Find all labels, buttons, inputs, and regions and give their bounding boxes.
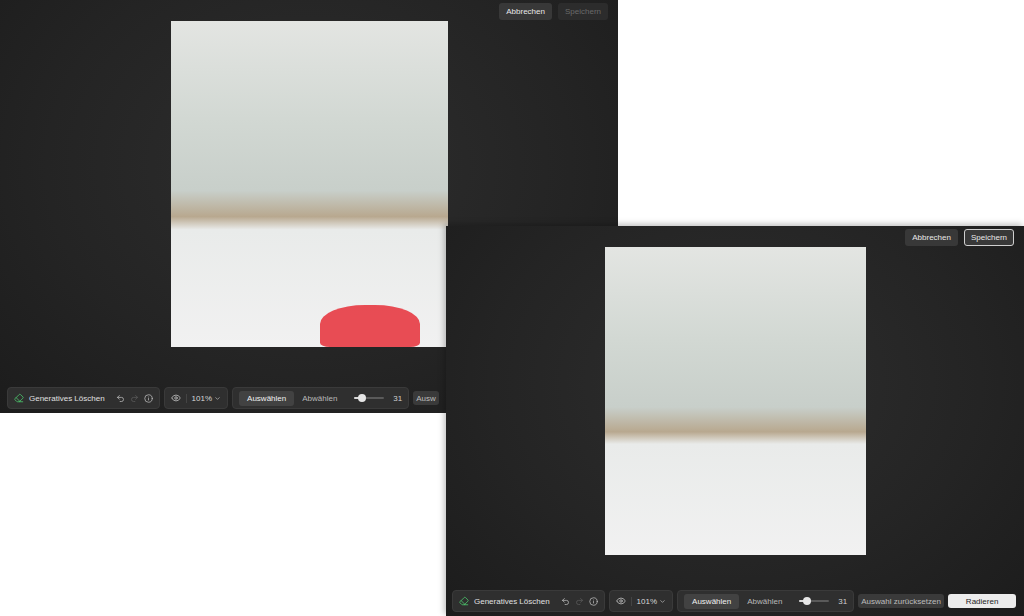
mode-button[interactable]: Abwählen: [294, 391, 345, 406]
editor-window: Abbrechen Speichern Generatives Löschen 101…: [446, 226, 1024, 616]
info-button[interactable]: [589, 597, 598, 606]
undo-icon: [561, 597, 570, 606]
top-button[interactable]: Speichern: [558, 3, 608, 20]
action-button[interactable]: Ausw: [413, 391, 439, 405]
brush-size-reading: 31: [393, 394, 402, 403]
tool-label: Generatives Löschen: [29, 394, 105, 403]
info-icon: [589, 597, 598, 606]
screenshot-collage: Abbrechen Speichern Generatives Löschen 101…: [0, 0, 1024, 616]
mode-switch: AuswählenAbwählen: [239, 391, 345, 406]
info-button[interactable]: [144, 394, 153, 403]
top-button[interactable]: Abbrechen: [499, 3, 552, 20]
eye-icon: [616, 596, 626, 606]
redo-icon: [575, 597, 584, 606]
redo-button[interactable]: [575, 597, 584, 606]
mode-switch: AuswählenAbwählen: [684, 594, 790, 609]
view-group: 101%: [609, 590, 673, 612]
undo-button[interactable]: [116, 394, 125, 403]
action-button[interactable]: Auswahl zurücksetzen: [858, 594, 944, 608]
chevron-down-icon: [214, 395, 221, 402]
slider-thumb[interactable]: [358, 394, 366, 402]
eraser-button[interactable]: [459, 596, 469, 606]
eraser-icon: [14, 393, 24, 403]
top-bar: Abbrechen Speichern: [0, 0, 618, 20]
info-icon: [144, 394, 153, 403]
undo-button[interactable]: [561, 597, 570, 606]
eraser-button[interactable]: [14, 393, 24, 403]
top-bar: Abbrechen Speichern: [446, 226, 1024, 246]
eraser-icon: [459, 596, 469, 606]
toolbar: Generatives Löschen 101% AuswählenAbwählen…: [446, 590, 1024, 616]
brush-size-reading: 31: [838, 597, 847, 606]
slider-thumb[interactable]: [803, 597, 811, 605]
tool-label: Generatives Löschen: [474, 597, 550, 606]
view-group: 101%: [164, 387, 228, 409]
preview-button[interactable]: [616, 596, 626, 606]
redo-icon: [130, 394, 139, 403]
redo-button[interactable]: [130, 394, 139, 403]
zoom-select[interactable]: 101%: [631, 597, 666, 606]
toolbar: Generatives Löschen 101% AuswählenAbwählen…: [0, 387, 440, 413]
zoom-select[interactable]: 101%: [186, 394, 221, 403]
brush-group: AuswählenAbwählen 31: [232, 387, 409, 409]
brush-size-slider[interactable]: [354, 397, 384, 399]
undo-icon: [116, 394, 125, 403]
mode-button[interactable]: Auswählen: [239, 391, 294, 406]
mode-button[interactable]: Auswählen: [684, 594, 739, 609]
tool-group: Generatives Löschen: [452, 590, 605, 612]
preview-button[interactable]: [171, 393, 181, 403]
chevron-down-icon: [659, 598, 666, 605]
brush-size-slider[interactable]: [799, 600, 829, 602]
top-button[interactable]: Speichern: [964, 229, 1014, 246]
selection-mask: [320, 305, 420, 347]
tool-group: Generatives Löschen: [7, 387, 160, 409]
eye-icon: [171, 393, 181, 403]
photo[interactable]: [171, 21, 448, 347]
action-button[interactable]: Radieren: [948, 594, 1016, 608]
brush-group: AuswählenAbwählen 31: [677, 590, 854, 612]
mode-button[interactable]: Abwählen: [739, 594, 790, 609]
photo[interactable]: [605, 247, 866, 555]
stage: [446, 246, 1024, 590]
top-button[interactable]: Abbrechen: [905, 229, 958, 246]
